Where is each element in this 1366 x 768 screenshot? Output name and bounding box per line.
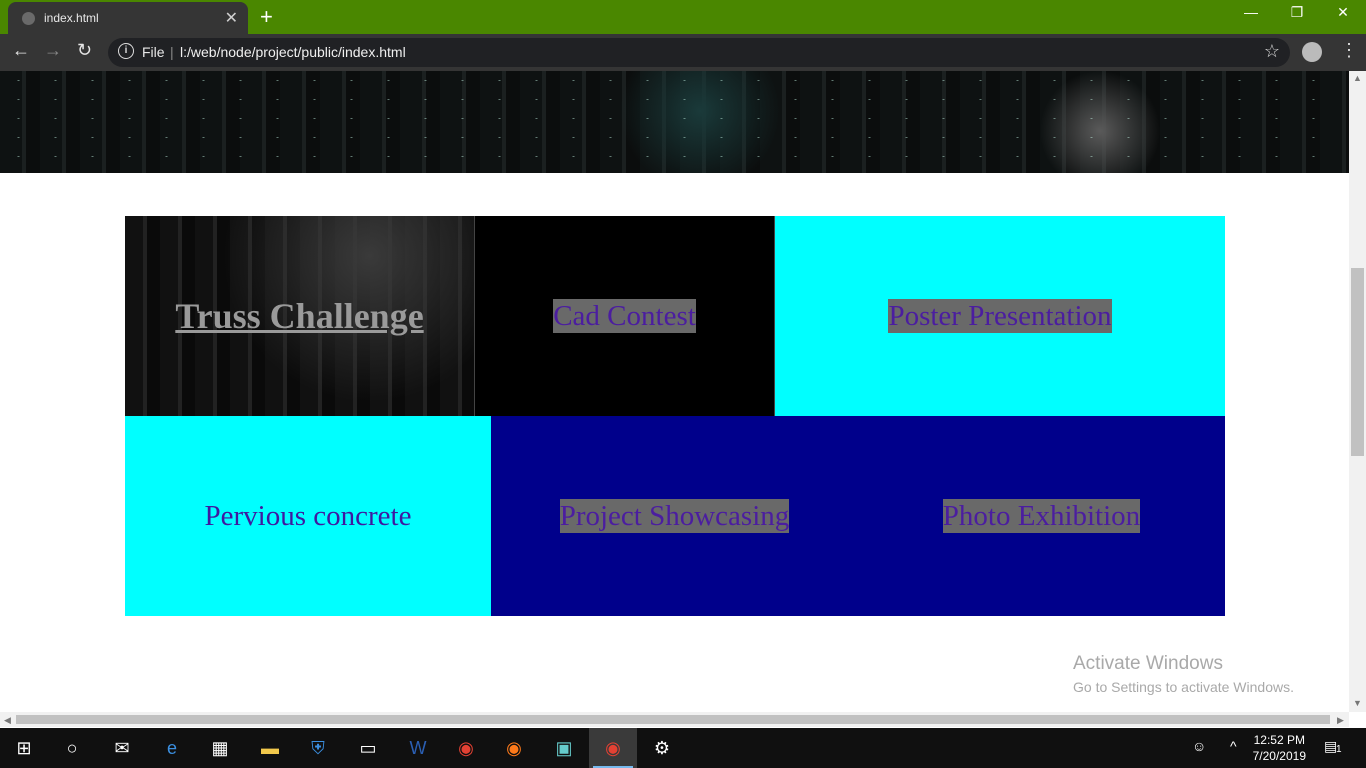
settings-icon[interactable]: ⚙ — [638, 728, 686, 768]
people-icon[interactable]: ☺ — [1192, 738, 1206, 754]
forward-arrow-icon[interactable]: → — [44, 40, 62, 61]
scroll-down-icon[interactable]: ▼ — [1353, 698, 1362, 708]
close-tab-icon[interactable]: ✕ — [225, 8, 238, 28]
scroll-left-icon[interactable]: ◀ — [4, 715, 11, 726]
word-icon[interactable]: W — [394, 728, 442, 768]
event-pervious-concrete[interactable]: Pervious concrete — [125, 416, 491, 616]
profile-avatar-icon[interactable] — [1302, 42, 1322, 62]
reload-icon[interactable]: ↻ — [77, 40, 92, 61]
firefox-icon[interactable]: ◉ — [490, 728, 538, 768]
event-cad-contest[interactable]: Cad Contest — [474, 216, 775, 416]
cad-contest-label: Cad Contest — [553, 299, 696, 333]
tab-title: index.html — [44, 11, 99, 25]
info-icon[interactable]: i — [118, 43, 134, 59]
horizontal-scrollbar[interactable]: ◀ ▶ — [0, 712, 1349, 727]
scroll-up-icon[interactable]: ▲ — [1353, 73, 1362, 83]
file-explorer-icon[interactable]: ▬ — [246, 728, 294, 768]
address-bar[interactable]: i File | l:/web/node/project/public/inde… — [108, 38, 1290, 67]
minimize-button[interactable]: — — [1228, 4, 1274, 20]
tab-strip: index.html ✕ + — ❐ ✕ — [0, 0, 1366, 34]
back-arrow-icon[interactable]: ← — [12, 40, 30, 61]
store-icon[interactable]: ▦ — [196, 728, 244, 768]
notification-count: 1 — [1336, 744, 1342, 755]
photo-exhibition-label: Photo Exhibition — [942, 499, 1141, 533]
poster-presentation-label: Poster Presentation — [888, 299, 1112, 333]
windows-start-icon[interactable]: ⊞ — [0, 728, 48, 768]
watermark-subtitle: Go to Settings to activate Windows. — [1073, 679, 1294, 695]
event-photo-exhibition[interactable]: Photo Exhibition — [858, 416, 1225, 616]
vertical-scrollbar[interactable]: ▲ ▼ — [1349, 71, 1366, 712]
truss-challenge-link[interactable]: Truss Challenge — [175, 295, 423, 337]
restore-button[interactable]: ❐ — [1274, 4, 1320, 21]
cmd-icon[interactable]: ▭ — [344, 728, 392, 768]
scroll-right-icon[interactable]: ▶ — [1337, 715, 1344, 726]
city-banner-image — [0, 71, 1349, 173]
chrome-icon[interactable]: ◉ — [442, 728, 490, 768]
defender-icon[interactable]: ⛨ — [294, 728, 342, 768]
event-project-showcasing[interactable]: Project Showcasing — [491, 416, 858, 616]
mail-icon[interactable]: ✉ — [98, 728, 146, 768]
clock-time: 12:52 PM — [1253, 733, 1305, 747]
scheme-label: File — [142, 44, 165, 60]
chevron-up-icon[interactable]: ^ — [1230, 738, 1237, 754]
pervious-concrete-label: Pervious concrete — [204, 499, 412, 532]
vertical-scroll-thumb[interactable] — [1351, 268, 1364, 456]
close-window-button[interactable]: ✕ — [1320, 4, 1366, 21]
separator: | — [170, 44, 174, 60]
app-icon[interactable]: ▣ — [540, 728, 588, 768]
new-tab-button[interactable]: + — [260, 4, 273, 30]
windows-taskbar: ⊞ ○ ✉ e ▦ ▬ ⛨ ▭ W ◉ ◉ ▣ ◉ ⚙ ☺ ^ 12:52 PM… — [0, 728, 1366, 768]
event-truss-challenge[interactable]: Truss Challenge — [125, 216, 474, 416]
events-grid: Truss Challenge Cad Contest Poster Prese… — [125, 216, 1225, 616]
bookmark-star-icon[interactable]: ☆ — [1264, 41, 1280, 62]
page-viewport: Truss Challenge Cad Contest Poster Prese… — [0, 71, 1349, 712]
system-clock[interactable]: 12:52 PM 7/20/2019 — [1253, 732, 1306, 764]
edge-icon[interactable]: e — [148, 728, 196, 768]
cortana-icon[interactable]: ○ — [48, 728, 96, 768]
clock-date: 7/20/2019 — [1252, 749, 1306, 763]
url-text[interactable]: l:/web/node/project/public/index.html — [180, 44, 406, 60]
project-showcasing-label: Project Showcasing — [559, 499, 790, 533]
globe-icon — [22, 12, 35, 25]
menu-kebab-icon[interactable]: ⋮ — [1340, 40, 1358, 61]
event-poster-presentation[interactable]: Poster Presentation — [775, 216, 1225, 416]
chrome-active-icon[interactable]: ◉ — [589, 728, 637, 768]
horizontal-scroll-thumb[interactable] — [16, 715, 1330, 724]
watermark-title: Activate Windows — [1073, 653, 1223, 674]
browser-toolbar: ← → ↻ i File | l:/web/node/project/publi… — [0, 34, 1366, 71]
activate-windows-watermark: Activate Windows Go to Settings to activ… — [1073, 653, 1294, 695]
browser-tab[interactable]: index.html ✕ — [8, 2, 248, 34]
